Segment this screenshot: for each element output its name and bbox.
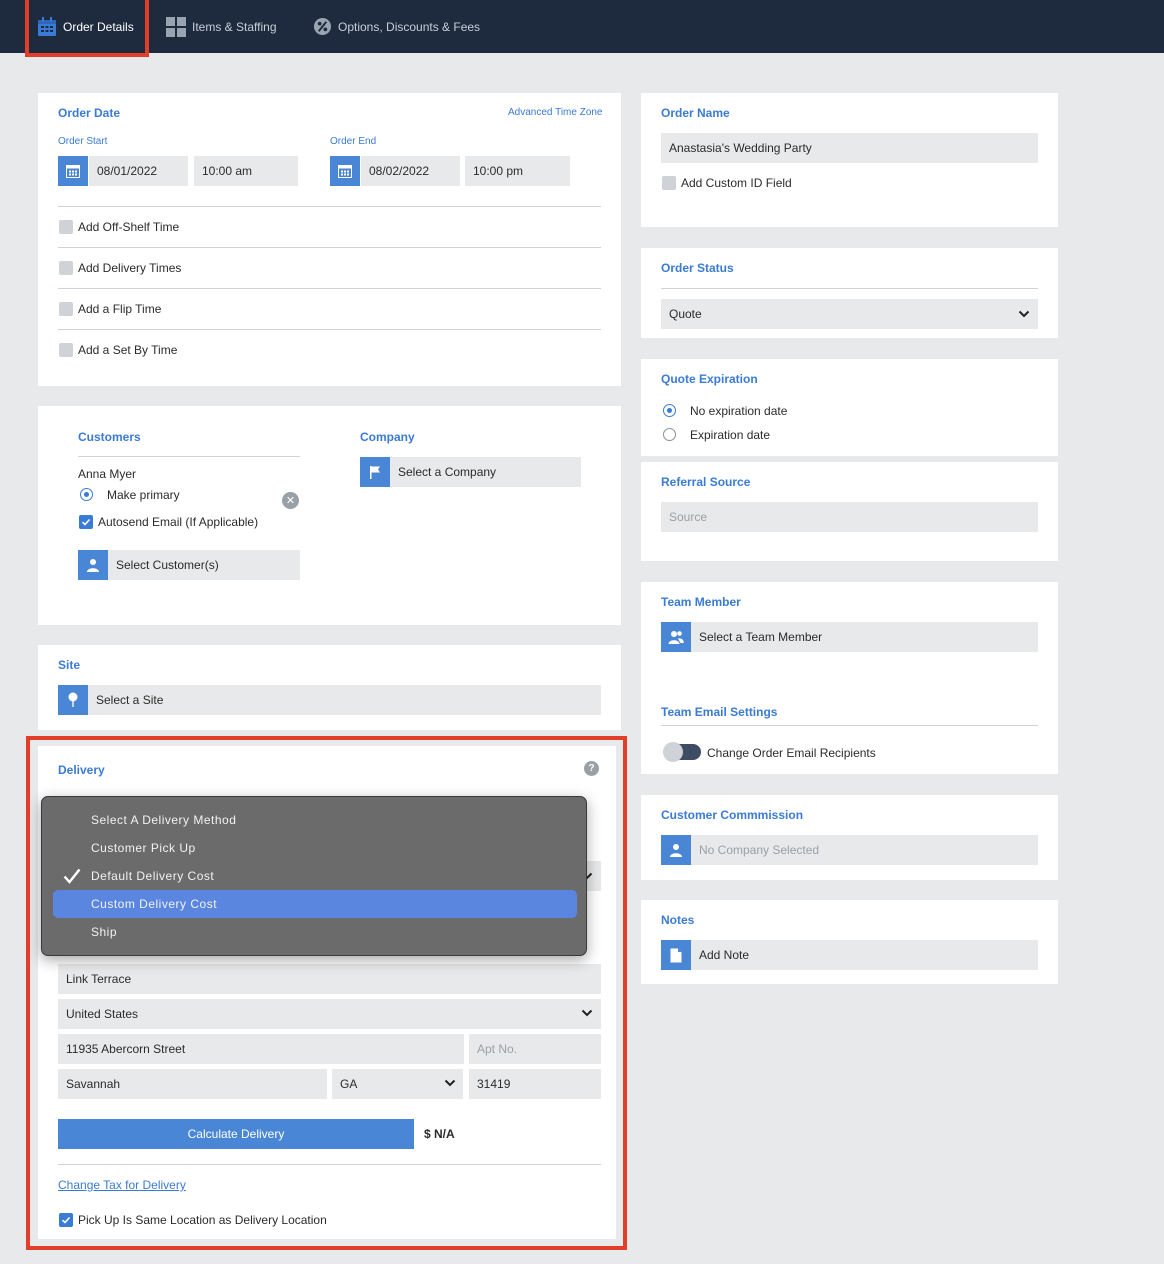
start-time-input[interactable]: 10:00 am	[194, 156, 298, 186]
advanced-time-zone-link[interactable]: Advanced Time Zone	[508, 107, 603, 118]
document-icon	[670, 948, 682, 962]
select-site-icon-button[interactable]	[58, 685, 88, 715]
select-customer-icon-button[interactable]	[78, 550, 108, 580]
company-title: Company	[360, 430, 415, 444]
delivery-times-checkbox[interactable]	[59, 261, 73, 275]
tab-items-staffing[interactable]: Items & Staffing	[166, 0, 277, 53]
select-customers-button[interactable]: Select Customer(s)	[108, 550, 300, 580]
select-site-button[interactable]: Select a Site	[88, 685, 601, 715]
tab-options-discounts-fees[interactable]: Options, Discounts & Fees	[313, 0, 480, 53]
flag-icon	[370, 466, 380, 479]
autosend-label: Autosend Email (If Applicable)	[98, 515, 259, 529]
autosend-checkbox[interactable]	[79, 515, 93, 529]
grid-icon	[166, 16, 186, 37]
divider	[661, 725, 1038, 726]
select-company-icon-button[interactable]	[360, 457, 390, 487]
chevron-down-icon	[1018, 310, 1030, 318]
notes-title: Notes	[661, 913, 695, 927]
end-date-calendar-button[interactable]	[330, 156, 360, 186]
custom-id-label: Add Custom ID Field	[681, 176, 792, 190]
start-date-calendar-button[interactable]	[58, 156, 88, 186]
check-icon	[81, 518, 91, 526]
email-recipients-label: Change Order Email Recipients	[707, 746, 876, 760]
order-name-input[interactable]: Anastasia's Wedding Party	[661, 133, 1038, 163]
expiration-date-label: Expiration date	[690, 428, 771, 442]
customer-name: Anna Myer	[78, 467, 137, 481]
end-time-input[interactable]: 10:00 pm	[465, 156, 570, 186]
delivery-highlight	[26, 736, 627, 1250]
select-team-member-button[interactable]: Select a Team Member	[691, 622, 1038, 652]
calendar-icon	[338, 165, 352, 178]
remove-customer-icon[interactable]: ✕	[282, 492, 299, 509]
expiration-date-radio[interactable]	[663, 428, 676, 441]
quote-expiration-title: Quote Expiration	[661, 372, 758, 386]
make-primary-radio[interactable]	[80, 488, 93, 501]
add-note-button[interactable]: Add Note	[691, 940, 1038, 970]
order-status-select[interactable]: Quote	[661, 299, 1038, 329]
customers-title: Customers	[78, 430, 141, 444]
flip-time-checkbox[interactable]	[59, 302, 73, 316]
order-status-value: Quote	[669, 307, 702, 321]
order-name-title: Order Name	[661, 106, 730, 120]
start-date-input[interactable]: 08/01/2022	[89, 156, 188, 186]
commission-company-field[interactable]: No Company Selected	[691, 835, 1038, 865]
user-icon	[87, 559, 99, 572]
team-member-title: Team Member	[661, 595, 741, 609]
calendar-icon	[66, 165, 80, 178]
referral-title: Referral Source	[661, 475, 751, 489]
off-shelf-label: Add Off-Shelf Time	[78, 220, 180, 234]
divider	[58, 247, 601, 248]
delivery-times-label: Add Delivery Times	[78, 261, 182, 275]
add-note-icon-button[interactable]	[661, 940, 691, 970]
team-icon	[668, 631, 684, 644]
divider	[58, 288, 601, 289]
off-shelf-checkbox[interactable]	[59, 220, 73, 234]
order-date-title: Order Date	[58, 106, 121, 120]
order-status-title: Order Status	[661, 261, 734, 275]
active-tab-highlight	[25, 0, 149, 57]
tab-label: Options, Discounts & Fees	[338, 19, 481, 34]
set-by-time-label: Add a Set By Time	[78, 343, 178, 357]
email-recipients-toggle[interactable]	[663, 742, 701, 762]
tab-label: Items & Staffing	[192, 19, 277, 34]
make-primary-label: Make primary	[107, 488, 180, 502]
no-expiration-radio[interactable]	[663, 404, 676, 417]
select-team-icon-button[interactable]	[661, 622, 691, 652]
divider	[661, 288, 1038, 289]
divider	[78, 456, 300, 457]
flip-time-label: Add a Flip Time	[78, 302, 162, 316]
team-email-settings-title: Team Email Settings	[661, 705, 778, 719]
commission-title: Customer Commmission	[661, 808, 804, 822]
user-icon	[670, 844, 682, 857]
referral-source-input[interactable]: Source	[661, 502, 1038, 532]
end-date-input[interactable]: 08/02/2022	[361, 156, 460, 186]
map-pin-icon	[68, 692, 78, 707]
top-navigation: Order Details Items & Staffing Options, …	[0, 0, 1164, 53]
custom-id-checkbox[interactable]	[662, 176, 676, 190]
no-expiration-label: No expiration date	[690, 404, 788, 418]
site-title: Site	[58, 658, 81, 672]
divider	[58, 206, 601, 207]
set-by-time-checkbox[interactable]	[59, 343, 73, 357]
select-company-button[interactable]: Select a Company	[390, 457, 581, 487]
discount-gear-icon	[313, 17, 332, 36]
divider	[58, 329, 601, 330]
order-start-label: Order Start	[58, 136, 108, 147]
order-end-label: Order End	[330, 136, 377, 147]
commission-icon-button[interactable]	[661, 835, 691, 865]
